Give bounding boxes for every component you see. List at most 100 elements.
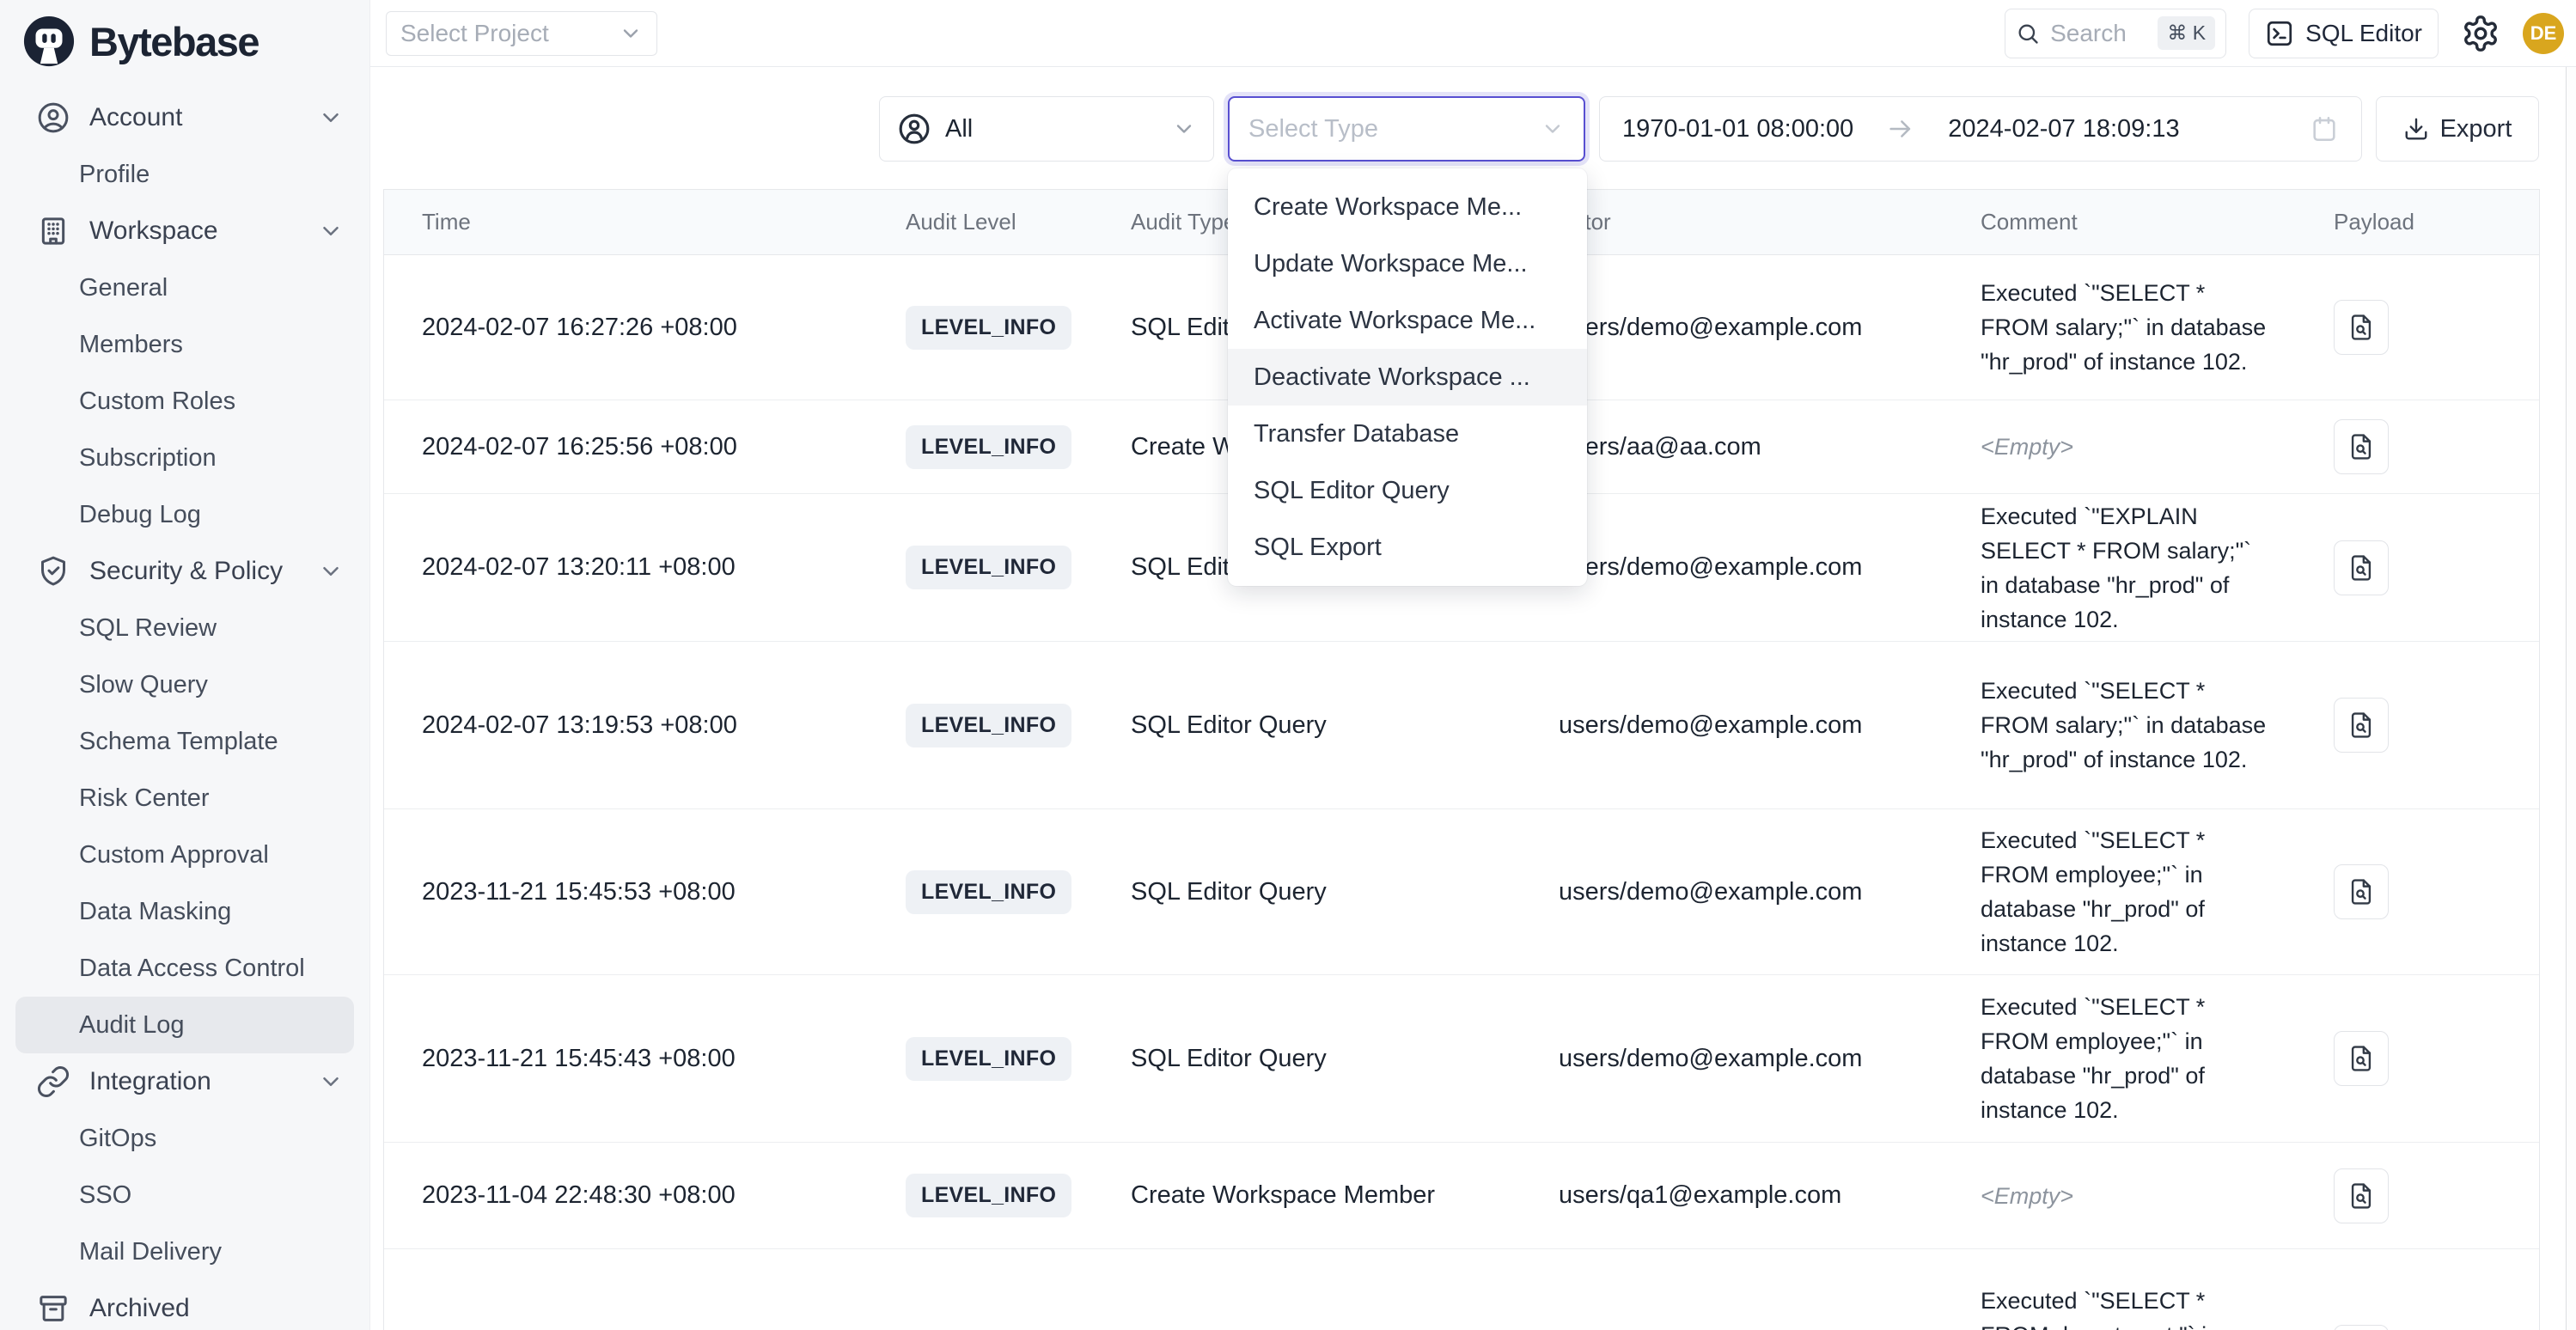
- sidebar-section-security-policy[interactable]: Security & Policy: [0, 543, 369, 600]
- date-from-value: 1970-01-01 08:00:00: [1622, 115, 1853, 143]
- table-row: 2023-11-21 15:45:53 +08:00 LEVEL_INFO SQ…: [384, 809, 2539, 975]
- sidebar-item-schema-template[interactable]: Schema Template: [0, 713, 369, 770]
- dropdown-option-create-workspace-member[interactable]: Create Workspace Me...: [1228, 179, 1587, 235]
- sidebar-section-archived[interactable]: Archived: [0, 1280, 369, 1330]
- search-shortcut-kbd: ⌘ K: [2158, 16, 2215, 50]
- sidebar-item-subscription[interactable]: Subscription: [0, 430, 369, 486]
- payload-view-button[interactable]: [2334, 419, 2389, 474]
- audit-type-cell: SQL Editor Query: [1093, 878, 1521, 906]
- dropdown-option-transfer-database[interactable]: Transfer Database: [1228, 406, 1587, 462]
- vertical-scrollbar[interactable]: [2566, 67, 2576, 1330]
- sidebar-item-profile[interactable]: Profile: [0, 146, 369, 203]
- project-select[interactable]: Select Project: [386, 11, 657, 56]
- sidebar-section-account[interactable]: Account: [0, 89, 369, 146]
- sidebar-section-integration[interactable]: Integration: [0, 1053, 369, 1110]
- type-filter-select[interactable]: Select Type: [1228, 96, 1585, 162]
- sidebar-item-sso[interactable]: SSO: [0, 1167, 369, 1223]
- payload-view-button[interactable]: [2334, 1325, 2389, 1330]
- payload-view-button[interactable]: [2334, 864, 2389, 919]
- search-input[interactable]: Search ⌘ K: [2005, 9, 2226, 58]
- sidebar-section-label: Account: [89, 103, 182, 132]
- download-icon: [2403, 116, 2429, 142]
- audit-level-cell: LEVEL_INFO: [868, 425, 1093, 469]
- dropdown-option-sql-editor-query[interactable]: SQL Editor Query: [1228, 462, 1587, 519]
- dropdown-option-update-workspace-member[interactable]: Update Workspace Me...: [1228, 235, 1587, 292]
- app-window: Bytebase Account Profile Workspace Gener…: [0, 0, 2576, 1330]
- payload-view-button[interactable]: [2334, 1031, 2389, 1086]
- column-header-time: Time: [384, 209, 868, 235]
- gear-icon[interactable]: [2461, 14, 2500, 53]
- sidebar-nav: Account Profile Workspace General Member…: [0, 82, 369, 1330]
- logo-wordmark: Bytebase: [89, 18, 259, 65]
- level-badge: LEVEL_INFO: [906, 546, 1071, 589]
- search-placeholder: Search: [2050, 20, 2127, 47]
- date-range-picker[interactable]: 1970-01-01 08:00:00 2024-02-07 18:09:13: [1599, 96, 2362, 162]
- payload-view-button[interactable]: [2334, 300, 2389, 355]
- payload-cell: [2296, 419, 2541, 474]
- export-label: Export: [2440, 115, 2512, 143]
- sidebar-item-risk-center[interactable]: Risk Center: [0, 770, 369, 827]
- sidebar-section-label: Integration: [89, 1067, 211, 1096]
- level-badge: LEVEL_INFO: [906, 870, 1071, 914]
- payload-cell: [2296, 1325, 2541, 1330]
- payload-view-button[interactable]: [2334, 540, 2389, 595]
- audit-type-cell: SQL Editor Query: [1093, 711, 1521, 740]
- sidebar-item-mail-delivery[interactable]: Mail Delivery: [0, 1223, 369, 1280]
- table-row: 2023-11-21 15:45:43 +08:00 LEVEL_INFO SQ…: [384, 975, 2539, 1143]
- bytebase-logo[interactable]: Bytebase: [0, 0, 369, 82]
- export-button[interactable]: Export: [2376, 96, 2539, 162]
- dropdown-option-deactivate-workspace-member[interactable]: Deactivate Workspace ...: [1228, 349, 1587, 406]
- audit-level-cell: LEVEL_INFO: [868, 1037, 1093, 1081]
- building-icon: [36, 214, 70, 248]
- sidebar-item-gitops[interactable]: GitOps: [0, 1110, 369, 1167]
- sidebar-item-data-access-control[interactable]: Data Access Control: [0, 940, 369, 997]
- sidebar-item-custom-roles[interactable]: Custom Roles: [0, 373, 369, 430]
- level-badge: LEVEL_INFO: [906, 306, 1071, 350]
- sql-editor-button[interactable]: SQL Editor: [2249, 9, 2439, 58]
- table-row: 2023-11-04 21:26:24 +08:00 LEVEL_INFO SQ…: [384, 1249, 2539, 1330]
- actor-cell: users/demo@example.com: [1521, 878, 1943, 906]
- file-search-icon: [2347, 432, 2376, 461]
- chevron-down-icon: [318, 218, 344, 244]
- time-cell: 2024-02-07 13:19:53 +08:00: [384, 711, 868, 740]
- sidebar-item-custom-approval[interactable]: Custom Approval: [0, 827, 369, 883]
- sidebar-item-general[interactable]: General: [0, 259, 369, 316]
- sidebar-item-data-masking[interactable]: Data Masking: [0, 883, 369, 940]
- project-select-placeholder: Select Project: [400, 20, 549, 47]
- actor-filter-value: All: [945, 115, 973, 143]
- dropdown-option-activate-workspace-member[interactable]: Activate Workspace Me...: [1228, 292, 1587, 349]
- sidebar-section-label: Workspace: [89, 217, 218, 246]
- file-search-icon: [2347, 553, 2376, 583]
- actor-filter-select[interactable]: All: [879, 96, 1214, 162]
- user-avatar[interactable]: DE: [2523, 13, 2564, 54]
- comment-cell: Executed `"SELECT * FROM employee;"` in …: [1943, 823, 2296, 961]
- sidebar-item-members[interactable]: Members: [0, 316, 369, 373]
- link-icon: [36, 1065, 70, 1099]
- dropdown-option-sql-export[interactable]: SQL Export: [1228, 519, 1587, 576]
- chevron-down-icon: [318, 1069, 344, 1095]
- file-search-icon: [2347, 711, 2376, 740]
- time-cell: 2023-11-21 15:45:53 +08:00: [384, 878, 868, 906]
- payload-cell: [2296, 540, 2541, 595]
- sidebar-item-slow-query[interactable]: Slow Query: [0, 656, 369, 713]
- actor-cell: users/demo@example.com: [1521, 711, 1943, 740]
- sidebar-item-audit-log[interactable]: Audit Log: [15, 997, 354, 1053]
- sidebar-section-workspace[interactable]: Workspace: [0, 203, 369, 259]
- payload-view-button[interactable]: [2334, 698, 2389, 753]
- payload-cell: [2296, 698, 2541, 753]
- sidebar-item-sql-review[interactable]: SQL Review: [0, 600, 369, 656]
- time-cell: 2024-02-07 16:25:56 +08:00: [384, 433, 868, 461]
- payload-cell: [2296, 864, 2541, 919]
- file-search-icon: [2347, 877, 2376, 906]
- bytebase-logo-icon: [22, 15, 76, 68]
- chevron-down-icon: [318, 558, 344, 584]
- archive-icon: [36, 1291, 70, 1326]
- comment-cell: Executed `"EXPLAIN SELECT * FROM salary;…: [1943, 499, 2296, 637]
- sidebar-item-debug-log[interactable]: Debug Log: [0, 486, 369, 543]
- arrow-right-icon: [1886, 114, 1915, 143]
- time-cell: 2024-02-07 16:27:26 +08:00: [384, 314, 868, 342]
- payload-view-button[interactable]: [2334, 1168, 2389, 1223]
- type-filter-placeholder: Select Type: [1248, 115, 1378, 143]
- sql-editor-label: SQL Editor: [2305, 20, 2422, 47]
- level-badge: LEVEL_INFO: [906, 704, 1071, 747]
